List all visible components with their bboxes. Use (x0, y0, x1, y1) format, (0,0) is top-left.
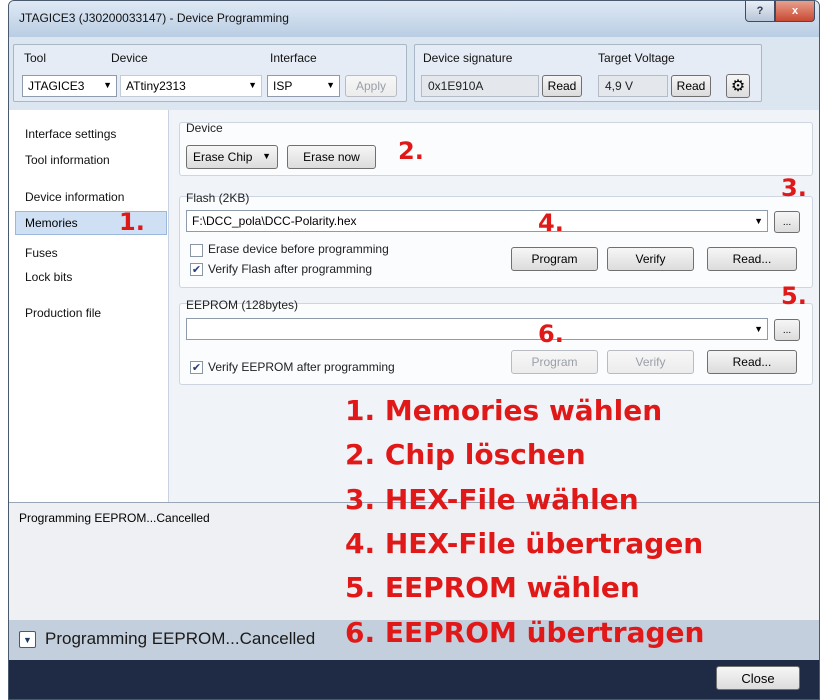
annotation-marker-5: 5. (781, 282, 807, 310)
annotation-step-2: 2. Chip löschen (345, 438, 586, 471)
interface-select[interactable]: ISP ▼ (267, 75, 340, 97)
flash-section: Flash (2KB) F:\DCC_pola\DCC-Polarity.hex… (179, 191, 813, 288)
erase-mode-value: Erase Chip (193, 150, 253, 164)
eeprom-browse-button[interactable]: ... (774, 319, 800, 341)
annotation-step-5: 5. EEPROM wählen (345, 571, 640, 604)
tool-select-value: JTAGICE3 (28, 79, 85, 93)
erase-before-label: Erase device before programming (208, 242, 389, 256)
signature-read-button[interactable]: Read (542, 75, 582, 97)
signature-value: 0x1E910A (421, 75, 539, 97)
settings-button[interactable]: ⚙ (726, 74, 750, 98)
window-close-button[interactable]: x (775, 1, 815, 22)
dialog-footer: Close (9, 660, 819, 699)
voltage-value: 4,9 V (598, 75, 668, 97)
flash-browse-button[interactable]: ... (774, 211, 800, 233)
close-button[interactable]: Close (716, 666, 800, 690)
voltage-label: Target Voltage (598, 51, 675, 65)
log-text: Programming EEPROM...Cancelled (19, 511, 210, 525)
annotation-marker-3: 3. (781, 174, 807, 202)
verify-eeprom-checkbox[interactable]: ✔ (190, 361, 203, 374)
window-title: JTAGICE3 (J30200033147) - Device Program… (19, 11, 289, 25)
sidebar-item-label: Memories (25, 216, 78, 230)
chevron-down-icon: ▼ (248, 80, 257, 90)
eeprom-section: EEPROM (128bytes) ▼ ... ✔ Verify EEPROM … (179, 298, 813, 385)
annotation-step-6: 6. EEPROM übertragen (345, 616, 705, 649)
interface-select-value: ISP (273, 79, 293, 93)
annotation-step-4: 4. HEX-File übertragen (345, 527, 704, 560)
chevron-down-icon: ▼ (754, 216, 763, 226)
erase-mode-select[interactable]: Erase Chip ▼ (186, 145, 278, 169)
annotation-steps: 1. Memories wählen 2. Chip löschen 3. HE… (345, 394, 785, 664)
eeprom-program-button[interactable]: Program (511, 350, 598, 374)
device-section-caption: Device (186, 121, 223, 135)
eeprom-file-select[interactable]: ▼ (186, 318, 768, 340)
gear-icon: ⚙ (730, 78, 746, 95)
eeprom-section-caption: EEPROM (128bytes) (186, 298, 299, 312)
status-text: Programming EEPROM...Cancelled (45, 629, 316, 648)
device-label: Device (111, 51, 148, 65)
sidebar-item-tool-information[interactable]: Tool information (25, 153, 110, 167)
signature-label: Device signature (423, 51, 513, 65)
eeprom-verify-button[interactable]: Verify (607, 350, 694, 374)
annotation-marker-6: 6. (538, 320, 564, 348)
device-programming-window: JTAGICE3 (J30200033147) - Device Program… (8, 0, 820, 700)
annotation-marker-4: 4. (538, 209, 564, 237)
interface-label: Interface (270, 51, 317, 65)
sidebar: Interface settings Tool information Devi… (9, 110, 169, 502)
chevron-down-icon: ▼ (262, 151, 271, 161)
device-select-value: ATtiny2313 (126, 79, 186, 93)
annotation-step-1: 1. Memories wählen (345, 394, 663, 427)
flash-file-select[interactable]: F:\DCC_pola\DCC-Polarity.hex ▼ (186, 210, 768, 232)
flash-file-path: F:\DCC_pola\DCC-Polarity.hex (192, 214, 357, 228)
expand-log-button[interactable]: ▼ (19, 631, 36, 648)
verify-flash-checkbox[interactable]: ✔ (190, 263, 203, 276)
annotation-step-3: 3. HEX-File wählen (345, 483, 639, 516)
tool-label: Tool (24, 51, 47, 65)
help-button[interactable]: ? (745, 1, 775, 22)
verify-flash-label: Verify Flash after programming (208, 262, 373, 276)
apply-button[interactable]: Apply (345, 75, 397, 97)
eeprom-read-button[interactable]: Read... (707, 350, 797, 374)
flash-section-caption: Flash (2KB) (186, 191, 250, 205)
annotation-marker-2: 2. (398, 137, 424, 165)
toolbar: Tool Device Interface JTAGICE3 ▼ ATtiny2… (9, 37, 819, 110)
sidebar-item-fuses[interactable]: Fuses (25, 246, 58, 260)
title-bar: JTAGICE3 (J30200033147) - Device Program… (9, 1, 819, 37)
tool-select[interactable]: JTAGICE3 ▼ (22, 75, 117, 97)
annotation-marker-1: 1. (119, 208, 145, 236)
erase-before-checkbox[interactable] (190, 244, 203, 257)
chevron-down-icon: ▼ (23, 634, 32, 645)
device-select[interactable]: ATtiny2313 ▼ (120, 75, 262, 97)
chevron-down-icon: ▼ (754, 324, 763, 334)
tool-device-group: Tool Device Interface JTAGICE3 ▼ ATtiny2… (13, 44, 407, 102)
sidebar-item-interface-settings[interactable]: Interface settings (25, 127, 116, 141)
sidebar-item-device-information[interactable]: Device information (25, 190, 124, 204)
check-icon: ✔ (191, 362, 202, 374)
sidebar-item-production-file[interactable]: Production file (25, 306, 101, 320)
erase-now-button[interactable]: Erase now (287, 145, 376, 169)
voltage-read-button[interactable]: Read (671, 75, 711, 97)
verify-eeprom-label: Verify EEPROM after programming (208, 360, 395, 374)
sidebar-item-lock-bits[interactable]: Lock bits (25, 270, 72, 284)
check-icon: ✔ (191, 264, 202, 276)
device-section: Device Erase Chip ▼ Erase now 2. (179, 121, 813, 176)
flash-read-button[interactable]: Read... (707, 247, 797, 271)
chevron-down-icon: ▼ (326, 80, 335, 90)
chevron-down-icon: ▼ (103, 80, 112, 90)
flash-program-button[interactable]: Program (511, 247, 598, 271)
signature-voltage-group: Device signature Target Voltage 0x1E910A… (414, 44, 762, 102)
flash-verify-button[interactable]: Verify (607, 247, 694, 271)
